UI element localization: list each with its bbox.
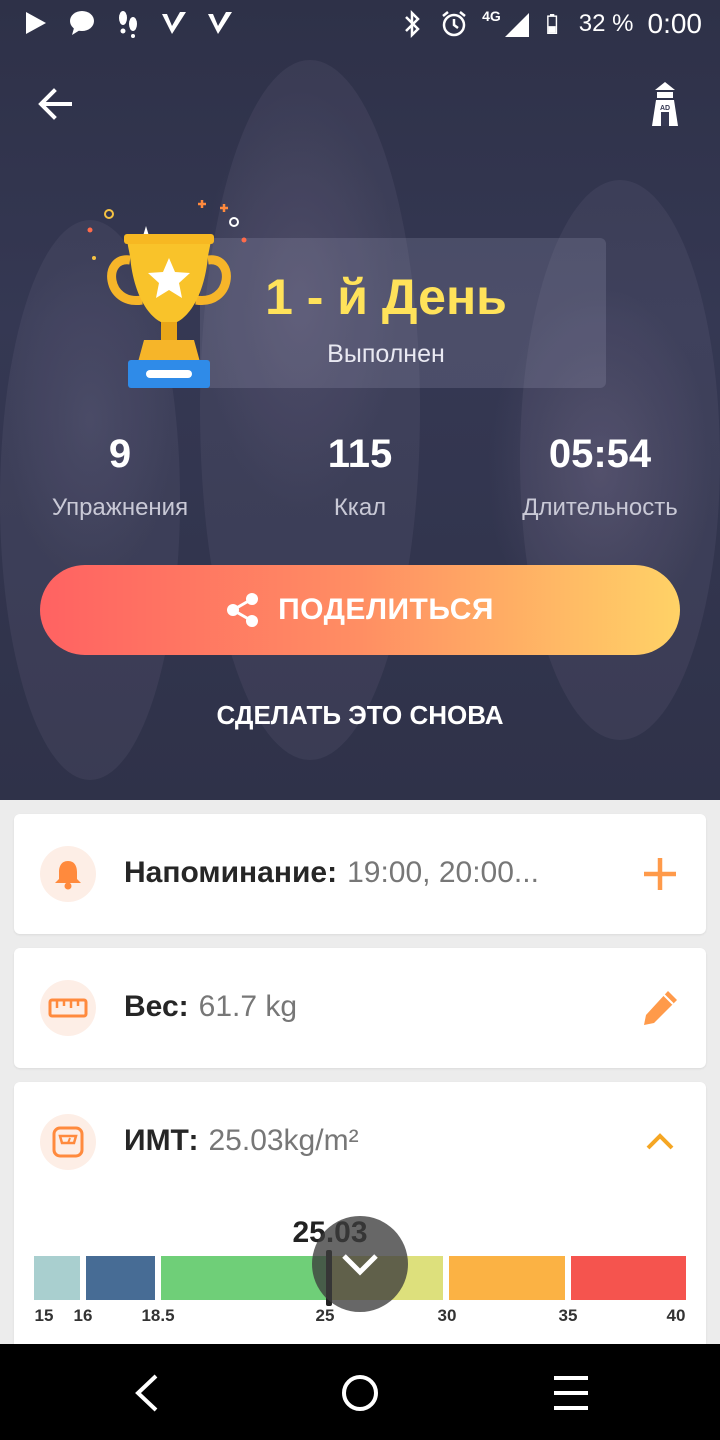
reminder-value: 19:00, 20:00... [347,856,539,889]
day-status: Выполнен [327,340,445,368]
share-label: ПОДЕЛИТЬСЯ [278,593,494,626]
do-again-button[interactable]: СДЕЛАТЬ ЭТО СНОВА [160,700,560,731]
battery-icon [546,14,557,34]
scale-icon [40,1114,96,1170]
share-button[interactable]: ПОДЕЛИТЬСЯ [40,565,680,655]
chevron-down-icon [342,1254,378,1276]
reminder-card[interactable]: Напоминание: 19:00, 20:00... [14,814,706,934]
bell-icon [40,846,96,902]
stat-value: 115 [327,432,393,476]
share-icon [227,593,259,627]
bmi-tick: 18.5 [141,1306,175,1325]
play-icon [26,12,46,34]
stat-value: 05:54 [548,432,652,476]
ruler-icon [40,980,96,1036]
arrow-left-icon[interactable] [36,84,76,124]
bmi-tick: 16 [73,1306,93,1325]
expand-button[interactable] [312,1216,408,1312]
bmi-segment-severely-obese [571,1256,686,1300]
status-bar: 4G 32 % 0:00 [0,0,720,50]
stat-kcal: 115 Ккал [240,432,480,522]
stat-duration: 05:54 Длительность [480,432,720,522]
weight-card[interactable]: Вес: 61.7 kg [14,948,706,1068]
stat-label: Ккал [333,494,387,521]
bmi-segment-obese [449,1256,565,1300]
weight-value: 61.7 kg [198,990,298,1023]
weight-key: Вес: [124,990,189,1023]
bmi-tick: 30 [437,1306,457,1325]
system-nav-bar [0,1344,720,1440]
background-figure [200,60,420,760]
bmi-value: 25.03kg/m² [208,1124,359,1157]
menu-icon[interactable] [546,1368,596,1418]
clock: 0:00 [647,8,703,39]
bmi-segment-very-underweight [34,1256,80,1300]
hero-banner: 4G 32 % 0:00 AD 1 - й День Выполнен 9 Уп… [0,0,720,800]
bmi-tick: 40 [666,1306,686,1325]
home-circle-icon[interactable] [335,1368,385,1418]
bmi-key: ИМТ: [124,1124,199,1157]
stat-value: 9 [108,432,132,476]
chevron-up-icon[interactable] [640,1122,680,1162]
reminder-text: Напоминание: 19:00, 20:00... [124,856,539,890]
day-title: 1 - й День [265,269,507,325]
bmi-tick: 35 [558,1306,578,1325]
reminder-key: Напоминание: [124,856,338,889]
bluetooth-icon [405,9,420,39]
check-app-icon [162,12,186,34]
stat-label: Длительность [522,494,678,521]
svg-text:AD: AD [660,105,670,112]
bmi-segment-underweight [86,1256,155,1300]
battery-percent: 32 % [578,10,634,37]
weight-text: Вес: 61.7 kg [124,990,297,1024]
back-triangle-icon[interactable] [122,1368,172,1418]
network-label: 4G [482,8,501,24]
stat-label: Упражнения [51,494,189,521]
stat-exercises: 9 Упражнения [0,432,240,522]
pencil-icon[interactable] [640,988,680,1028]
alarm-icon [442,11,466,37]
chat-icon [70,11,94,35]
lighthouse-ad-icon[interactable]: AD [648,80,682,128]
signal-icon [504,13,529,37]
plus-icon[interactable] [640,854,680,894]
bmi-text: ИМТ: 25.03kg/m² [124,1124,359,1158]
check-app-icon [208,12,232,34]
footsteps-icon [119,11,137,38]
bmi-segment-normal [161,1256,329,1300]
